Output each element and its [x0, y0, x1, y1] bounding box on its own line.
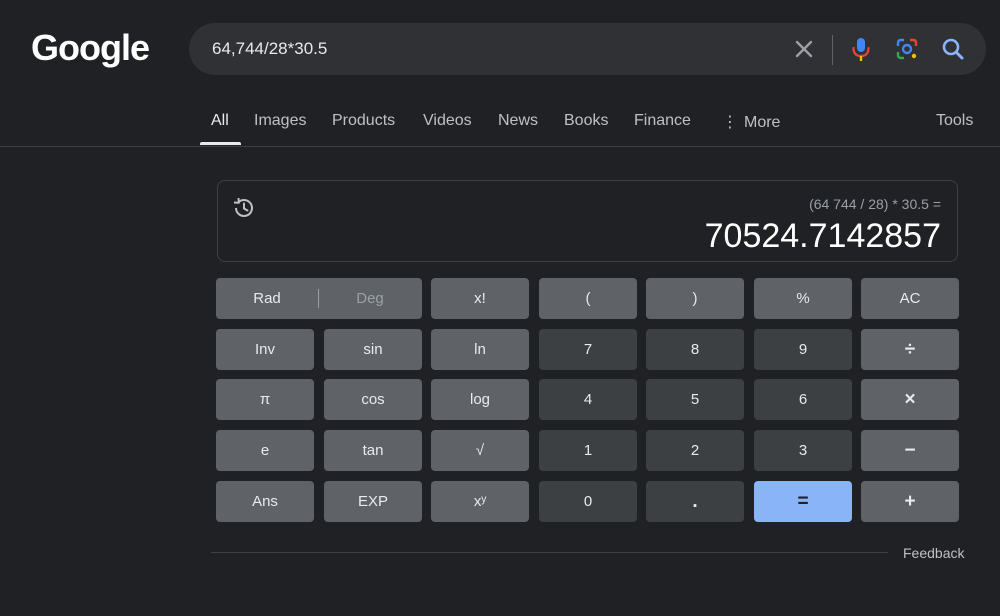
tab-all[interactable]: All [211, 112, 229, 130]
percent-key[interactable]: % [754, 278, 852, 319]
digit-2-key[interactable]: 2 [646, 430, 744, 471]
tab-more[interactable]: ⋮ More [722, 112, 780, 132]
plus-key[interactable]: + [861, 481, 959, 522]
digit-6-key[interactable]: 6 [754, 379, 852, 420]
close-icon[interactable] [790, 35, 818, 63]
calculator-expression: (64 744 / 28) * 30.5 = [809, 196, 941, 212]
search-query[interactable]: 64,744/28*30.5 [212, 23, 327, 75]
tab-videos[interactable]: Videos [423, 112, 472, 130]
tab-more-label: More [744, 114, 781, 131]
cos-key[interactable]: cos [324, 379, 422, 420]
minus-key[interactable]: − [861, 430, 959, 471]
rad-button[interactable]: Rad [216, 278, 318, 319]
google-logo[interactable]: Google [31, 27, 150, 69]
digit-0-key[interactable]: 0 [539, 481, 637, 522]
digit-9-key[interactable]: 9 [754, 329, 852, 370]
divide-key[interactable]: ÷ [861, 329, 959, 370]
digit-5-key[interactable]: 5 [646, 379, 744, 420]
feedback-link[interactable]: Feedback [903, 545, 964, 561]
search-icon[interactable] [939, 35, 967, 63]
answer-key[interactable]: Ans [216, 481, 314, 522]
tab-news[interactable]: News [498, 112, 538, 130]
search-bar[interactable]: 64,744/28*30.5 [189, 23, 986, 75]
log-key[interactable]: log [431, 379, 529, 420]
ln-key[interactable]: ln [431, 329, 529, 370]
pi-key[interactable]: π [216, 379, 314, 420]
equals-key[interactable]: = [754, 481, 852, 522]
calculator-result: 70524.7142857 [704, 217, 941, 255]
tab-books[interactable]: Books [564, 112, 608, 130]
all-clear-key[interactable]: AC [861, 278, 959, 319]
tan-key[interactable]: tan [324, 430, 422, 471]
decimal-point-key[interactable]: . [646, 481, 744, 522]
multiply-key[interactable]: × [861, 379, 959, 420]
search-tabs: All Images Products Videos News Books Fi… [0, 100, 1000, 147]
euler-e-key[interactable]: e [216, 430, 314, 471]
active-tab-indicator [200, 142, 241, 145]
digit-8-key[interactable]: 8 [646, 329, 744, 370]
exp-key[interactable]: EXP [324, 481, 422, 522]
search-divider [832, 35, 833, 65]
more-vert-icon: ⋮ [722, 114, 738, 131]
digit-3-key[interactable]: 3 [754, 430, 852, 471]
tab-products[interactable]: Products [332, 112, 395, 130]
history-icon[interactable] [231, 195, 257, 221]
digit-4-key[interactable]: 4 [539, 379, 637, 420]
square-root-key[interactable]: √ [431, 430, 529, 471]
sin-key[interactable]: sin [324, 329, 422, 370]
microphone-icon[interactable] [847, 35, 875, 63]
inverse-key[interactable]: Inv [216, 329, 314, 370]
factorial-key[interactable]: x! [431, 278, 529, 319]
right-paren-key[interactable]: ) [646, 278, 744, 319]
rad-deg-toggle: Rad Deg [216, 278, 422, 319]
calculator-display: (64 744 / 28) * 30.5 = 70524.7142857 [217, 180, 958, 262]
deg-button[interactable]: Deg [319, 278, 421, 319]
tools-button[interactable]: Tools [936, 112, 973, 130]
footer-divider [211, 552, 888, 553]
digit-7-key[interactable]: 7 [539, 329, 637, 370]
power-key[interactable]: xʸ [431, 481, 529, 522]
tab-images[interactable]: Images [254, 112, 306, 130]
camera-lens-icon[interactable] [893, 35, 921, 63]
left-paren-key[interactable]: ( [539, 278, 637, 319]
digit-1-key[interactable]: 1 [539, 430, 637, 471]
tab-finance[interactable]: Finance [634, 112, 691, 130]
